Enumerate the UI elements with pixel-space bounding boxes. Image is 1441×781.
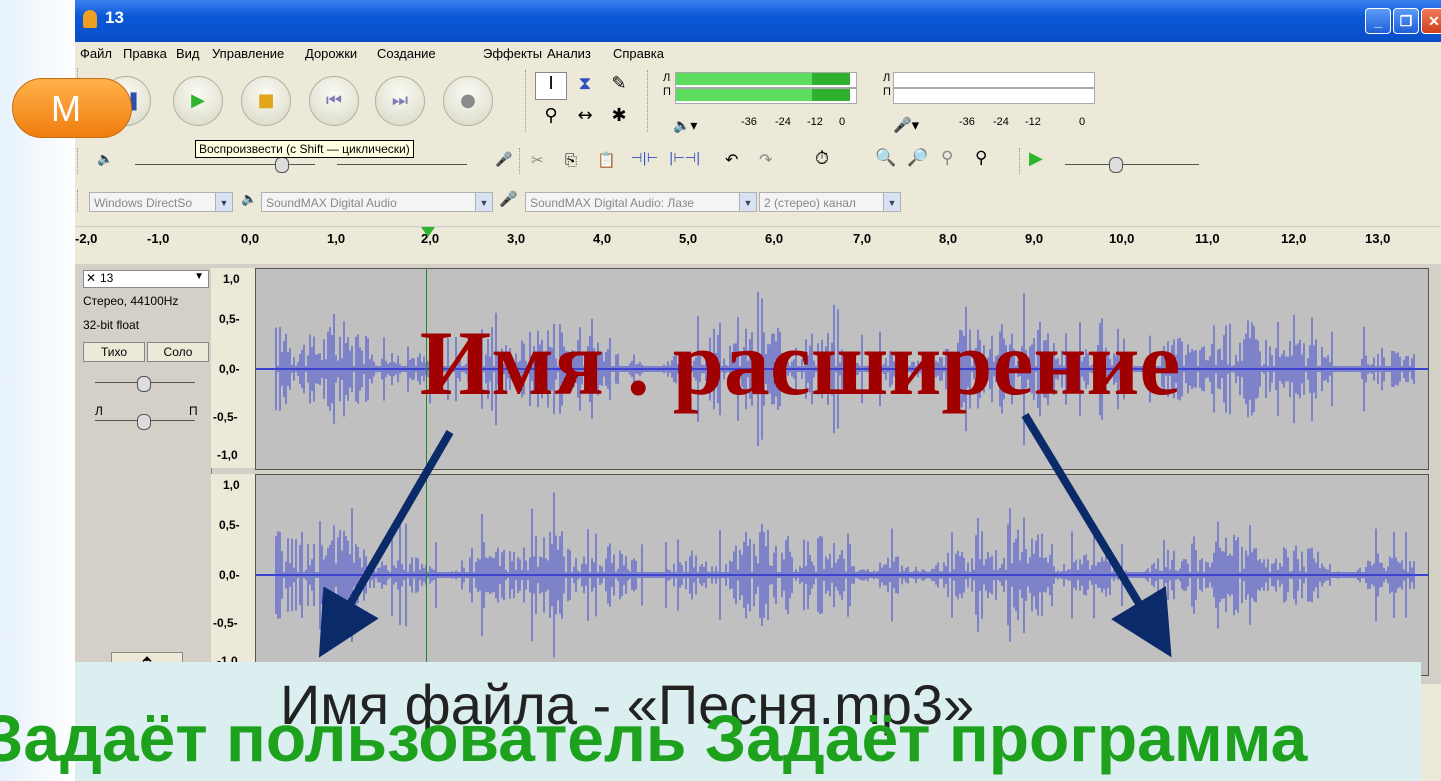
arrow-to-extension bbox=[1021, 412, 1172, 658]
caption-who-sets: Задаёт пользователь Задаёт программа bbox=[0, 701, 1308, 775]
arrow-to-name bbox=[318, 429, 454, 658]
